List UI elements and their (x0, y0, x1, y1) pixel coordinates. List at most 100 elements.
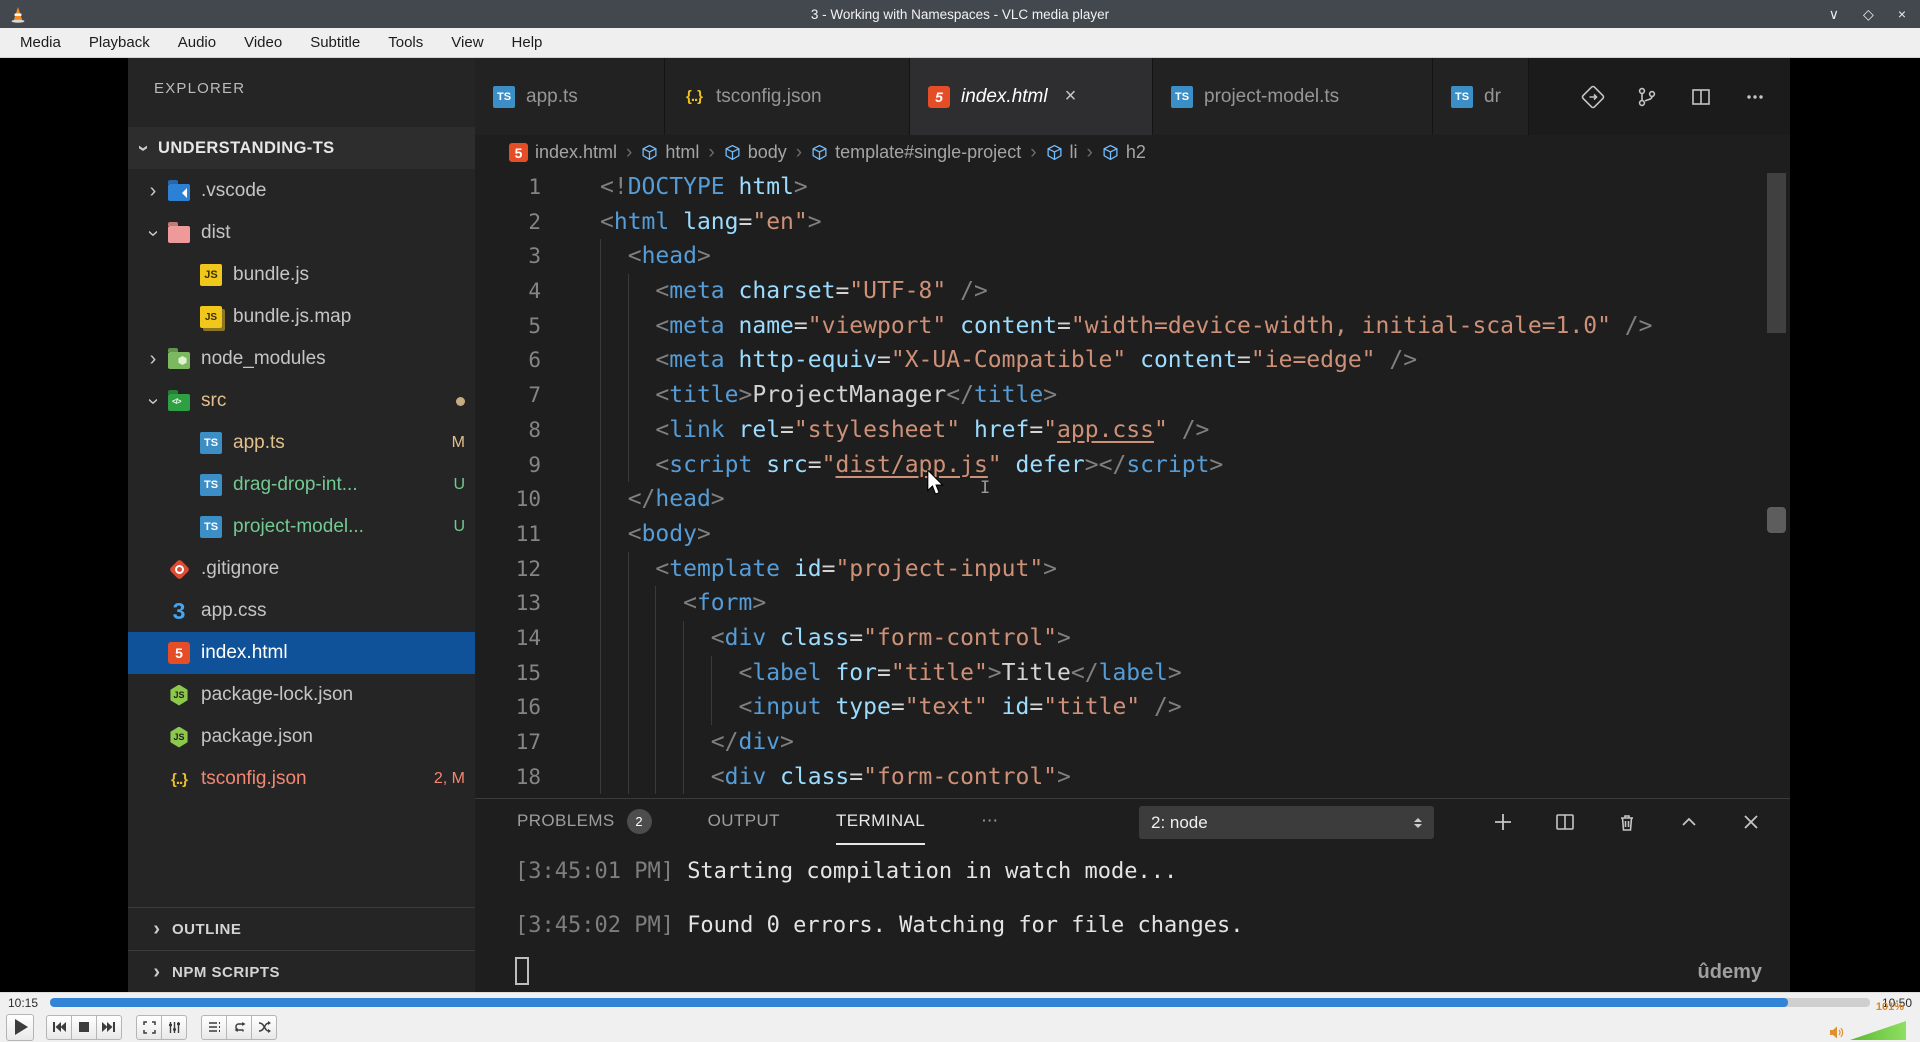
explorer-root-folder[interactable]: › UNDERSTANDING-TS (128, 127, 475, 169)
file-tree-item-index-html[interactable]: index.html (128, 632, 475, 674)
source-control-icon[interactable] (1634, 84, 1660, 110)
split-terminal-icon[interactable] (1552, 809, 1578, 835)
panel-tab-problems[interactable]: PROBLEMS 2 (517, 799, 652, 845)
next-button[interactable] (96, 1014, 122, 1040)
more-actions-icon[interactable] (1742, 84, 1768, 110)
close-icon[interactable]: × (1898, 0, 1906, 28)
random-button[interactable] (251, 1014, 277, 1040)
breadcrumb-item-html[interactable]: html (641, 142, 699, 163)
mouse-pointer-icon (925, 470, 947, 496)
explorer-header: EXPLORER (154, 80, 246, 97)
breadcrumb-label: li (1069, 142, 1078, 162)
open-changes-icon[interactable] (1580, 84, 1606, 110)
file-tree-item-package-lock-json[interactable]: package-lock.json (128, 674, 475, 716)
editor-scrollbar[interactable] (1767, 173, 1786, 333)
file-tree-item-app-css[interactable]: app.css (128, 590, 475, 632)
vlc-seek-row: 10:15 10:50 (0, 992, 1920, 1012)
folder-dist-icon (168, 222, 190, 244)
menu-playback[interactable]: Playback (75, 28, 164, 57)
volume-control[interactable]: 101% (1829, 1001, 1906, 1040)
line-content: <div class="form-control"> (600, 620, 1071, 656)
file-label: drag-drop-int... (233, 474, 358, 495)
tab-dr[interactable]: dr (1433, 58, 1529, 135)
fullscreen-button[interactable] (136, 1014, 162, 1040)
panel-tab-terminal[interactable]: TERMINAL (835, 799, 926, 845)
token: > (780, 729, 794, 755)
menu-help[interactable]: Help (498, 28, 557, 57)
split-editor-icon[interactable] (1688, 84, 1714, 110)
token: "stylesheet" (793, 416, 961, 443)
volume-percent: 101% (1875, 1001, 1904, 1013)
terminal-output[interactable]: ûdemy [3:45:01 PM] Starting compilation … (475, 845, 1790, 992)
close-panel-icon[interactable] (1738, 809, 1764, 835)
explorer-sidebar: EXPLORER › UNDERSTANDING-TS › .vscode › dis… (128, 58, 475, 992)
breadcrumb-item-h2[interactable]: h2 (1102, 142, 1146, 163)
minimize-icon[interactable]: ∨ (1829, 0, 1839, 28)
file-tree-item-bundle-js[interactable]: bundle.js (128, 254, 475, 296)
menu-media[interactable]: Media (6, 28, 75, 57)
file-tree-item-bundle-js-map[interactable]: bundle.js.map (128, 296, 475, 338)
menu-audio[interactable]: Audio (164, 28, 230, 57)
terminal-timestamp: [3:45:02 PM] (515, 913, 688, 938)
panel-tab--[interactable]: ⋯ (981, 799, 998, 845)
terminal-timestamp: [3:45:01 PM] (515, 859, 688, 884)
file-tree-item-dist[interactable]: › dist (128, 212, 475, 254)
token: < (738, 694, 753, 721)
stop-button[interactable] (71, 1014, 97, 1040)
file-tree-item-package-json[interactable]: package.json (128, 716, 475, 758)
terminal-select[interactable]: 2: node (1139, 806, 1434, 839)
seek-bar[interactable] (50, 998, 1870, 1007)
kill-terminal-icon[interactable] (1614, 809, 1640, 835)
file-tree-item-tsconfig-json[interactable]: tsconfig.json 2, M (128, 758, 475, 800)
breadcrumb-item-body[interactable]: body (724, 142, 787, 163)
playlist-button[interactable] (201, 1014, 227, 1040)
file-tree-item-drag-drop-int-[interactable]: drag-drop-int... U (128, 464, 475, 506)
chevron-right-icon[interactable]: › (138, 348, 168, 371)
file-tree-item-project-model-[interactable]: project-model... U (128, 506, 475, 548)
folder-node-icon (168, 348, 190, 370)
tab-project-model-ts[interactable]: project-model.ts (1153, 58, 1433, 135)
maximize-panel-icon[interactable] (1676, 809, 1702, 835)
token: href (973, 416, 1030, 443)
breadcrumb-label: index.html (535, 142, 618, 162)
play-button[interactable] (6, 1013, 34, 1041)
file-tree-item-src[interactable]: › src (128, 380, 475, 422)
volume-slider[interactable] (1850, 1021, 1906, 1040)
new-terminal-icon[interactable] (1490, 809, 1516, 835)
menu-view[interactable]: View (437, 28, 497, 57)
extended-settings-button[interactable] (161, 1014, 187, 1040)
ts-icon (200, 432, 222, 454)
video-display[interactable]: EXPLORER › UNDERSTANDING-TS › .vscode › dis… (0, 58, 1920, 992)
close-tab-icon[interactable]: × (1065, 85, 1077, 108)
menu-subtitle[interactable]: Subtitle (296, 28, 374, 57)
panel-tab-output[interactable]: OUTPUT (708, 799, 780, 845)
sidebar-section-npm-scripts[interactable]: › NPM SCRIPTS (128, 950, 475, 992)
indent-guide (627, 586, 629, 621)
token: = (876, 347, 891, 374)
tab-index-html[interactable]: index.html × (910, 58, 1153, 135)
breadcrumb-item-index-html[interactable]: index.html (509, 142, 617, 163)
file-tree-item--gitignore[interactable]: .gitignore (128, 548, 475, 590)
file-tree-item--vscode[interactable]: › .vscode (128, 170, 475, 212)
file-tree-item-app-ts[interactable]: app.ts M (128, 422, 475, 464)
tab-label: app.ts (526, 85, 578, 107)
previous-button[interactable] (46, 1014, 72, 1040)
menu-tools[interactable]: Tools (374, 28, 437, 57)
tab-app-ts[interactable]: app.ts (475, 58, 665, 135)
breadcrumb-item-li[interactable]: li (1046, 142, 1078, 163)
symbol-cube-icon (811, 144, 828, 161)
maximize-icon[interactable]: ◇ (1863, 0, 1874, 28)
chevron-down-icon[interactable]: › (142, 218, 165, 248)
sidebar-section-outline[interactable]: › OUTLINE (128, 907, 475, 951)
breadcrumb-item-template-single-project[interactable]: template#single-project (811, 142, 1021, 163)
code-editor[interactable]: 1 <!DOCTYPE html> 2 <html lang="en"> 3 <head… (475, 170, 1790, 798)
file-tree-item-node-modules[interactable]: › node_modules (128, 338, 475, 380)
chevron-right-icon[interactable]: › (138, 180, 168, 203)
chevron-down-icon[interactable]: › (142, 386, 165, 416)
tab-tsconfig-json[interactable]: tsconfig.json (665, 58, 910, 135)
menu-video[interactable]: Video (230, 28, 296, 57)
loop-button[interactable] (226, 1014, 252, 1040)
